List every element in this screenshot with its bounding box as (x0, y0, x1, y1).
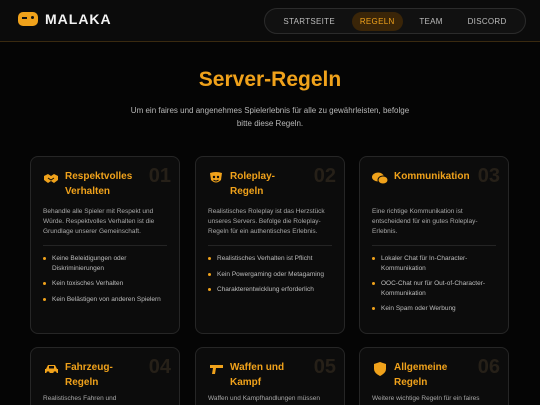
card-number: 06 (477, 356, 500, 378)
shield-icon (372, 361, 388, 377)
card-number: 04 (148, 356, 171, 378)
main-nav: STARTSEITE REGELN TEAM DISCORD (264, 8, 526, 34)
nav-item-startseite[interactable]: STARTSEITE (275, 12, 343, 31)
card-description: Realistisches Fahren und Fahrzeugnutzung… (43, 395, 117, 402)
list-item: Realistisches Verhalten ist Pflicht (208, 254, 332, 264)
nav-item-regeln[interactable]: REGELN (351, 11, 403, 31)
card-number: 05 (313, 356, 336, 378)
list-item: Lokaler Chat für In-Character-Kommunikat… (372, 254, 496, 273)
list-item: Kein Powergaming oder Metagaming (208, 270, 332, 280)
rule-card-roleplay: Roleplay-Regeln 02 Realistisches Rolepla… (195, 156, 345, 334)
card-number: 03 (477, 165, 500, 187)
list-item: Kein toxisches Verhalten (43, 279, 167, 289)
rule-card-waffen: Waffen und Kampf 05 Waffen und Kampfhand… (195, 347, 345, 405)
card-number: 01 (148, 165, 171, 187)
theater-mask-icon (208, 170, 224, 186)
rule-card-kommunikation: Kommunikation 03 Eine richtige Kommunika… (359, 156, 509, 334)
rule-card-respekt: Respektvolles Verhalten 01 Behandle alle… (30, 156, 180, 334)
card-description: Realistisches Roleplay ist das Herzstück… (208, 207, 332, 246)
top-navbar: MALAKA STARTSEITE REGELN TEAM DISCORD (0, 0, 540, 42)
list-item: Kein Belästigen von anderen Spielern (43, 295, 167, 305)
rule-list: Keine Beleidigungen oder Diskriminierung… (43, 254, 167, 304)
card-number: 02 (313, 165, 336, 187)
rule-list: Lokaler Chat für In-Character-Kommunikat… (372, 254, 496, 314)
card-description: Waffen und Kampfhandlungen müssen realis… (208, 395, 321, 402)
rule-card-fahrzeug: Fahrzeug-Regeln 04 Realistisches Fahren … (30, 347, 180, 405)
gamepad-icon (18, 12, 38, 26)
brand-name: MALAKA (45, 11, 112, 27)
card-description: Eine richtige Kommunikation ist entschei… (372, 207, 496, 246)
handshake-icon (43, 170, 59, 186)
list-item: Keine Beleidigungen oder Diskriminierung… (43, 254, 167, 273)
rule-list: Realistisches Verhalten ist Pflicht Kein… (208, 254, 332, 295)
list-item: Kein Spam oder Werbung (372, 304, 496, 314)
gun-icon (208, 361, 224, 377)
list-item: OOC-Chat nur für Out-of-Character-Kommun… (372, 279, 496, 298)
card-description: Behandle alle Spieler mit Respekt und Wü… (43, 207, 167, 246)
rule-card-allgemein: Allgemeine Regeln 06 Weitere wichtige Re… (359, 347, 509, 405)
page-subtitle: Um ein faires und angenehmes Spielerlebn… (130, 106, 410, 128)
card-description: Weitere wichtige Regeln für ein faires S… (372, 395, 480, 402)
brand-logo[interactable]: MALAKA (18, 11, 112, 27)
chat-bubbles-icon (372, 170, 388, 186)
page-title: Server-Regeln (198, 68, 342, 91)
car-icon (43, 361, 59, 377)
nav-item-discord[interactable]: DISCORD (460, 12, 515, 31)
list-item: Charakterentwicklung erforderlich (208, 285, 332, 295)
nav-item-team[interactable]: TEAM (411, 12, 450, 31)
